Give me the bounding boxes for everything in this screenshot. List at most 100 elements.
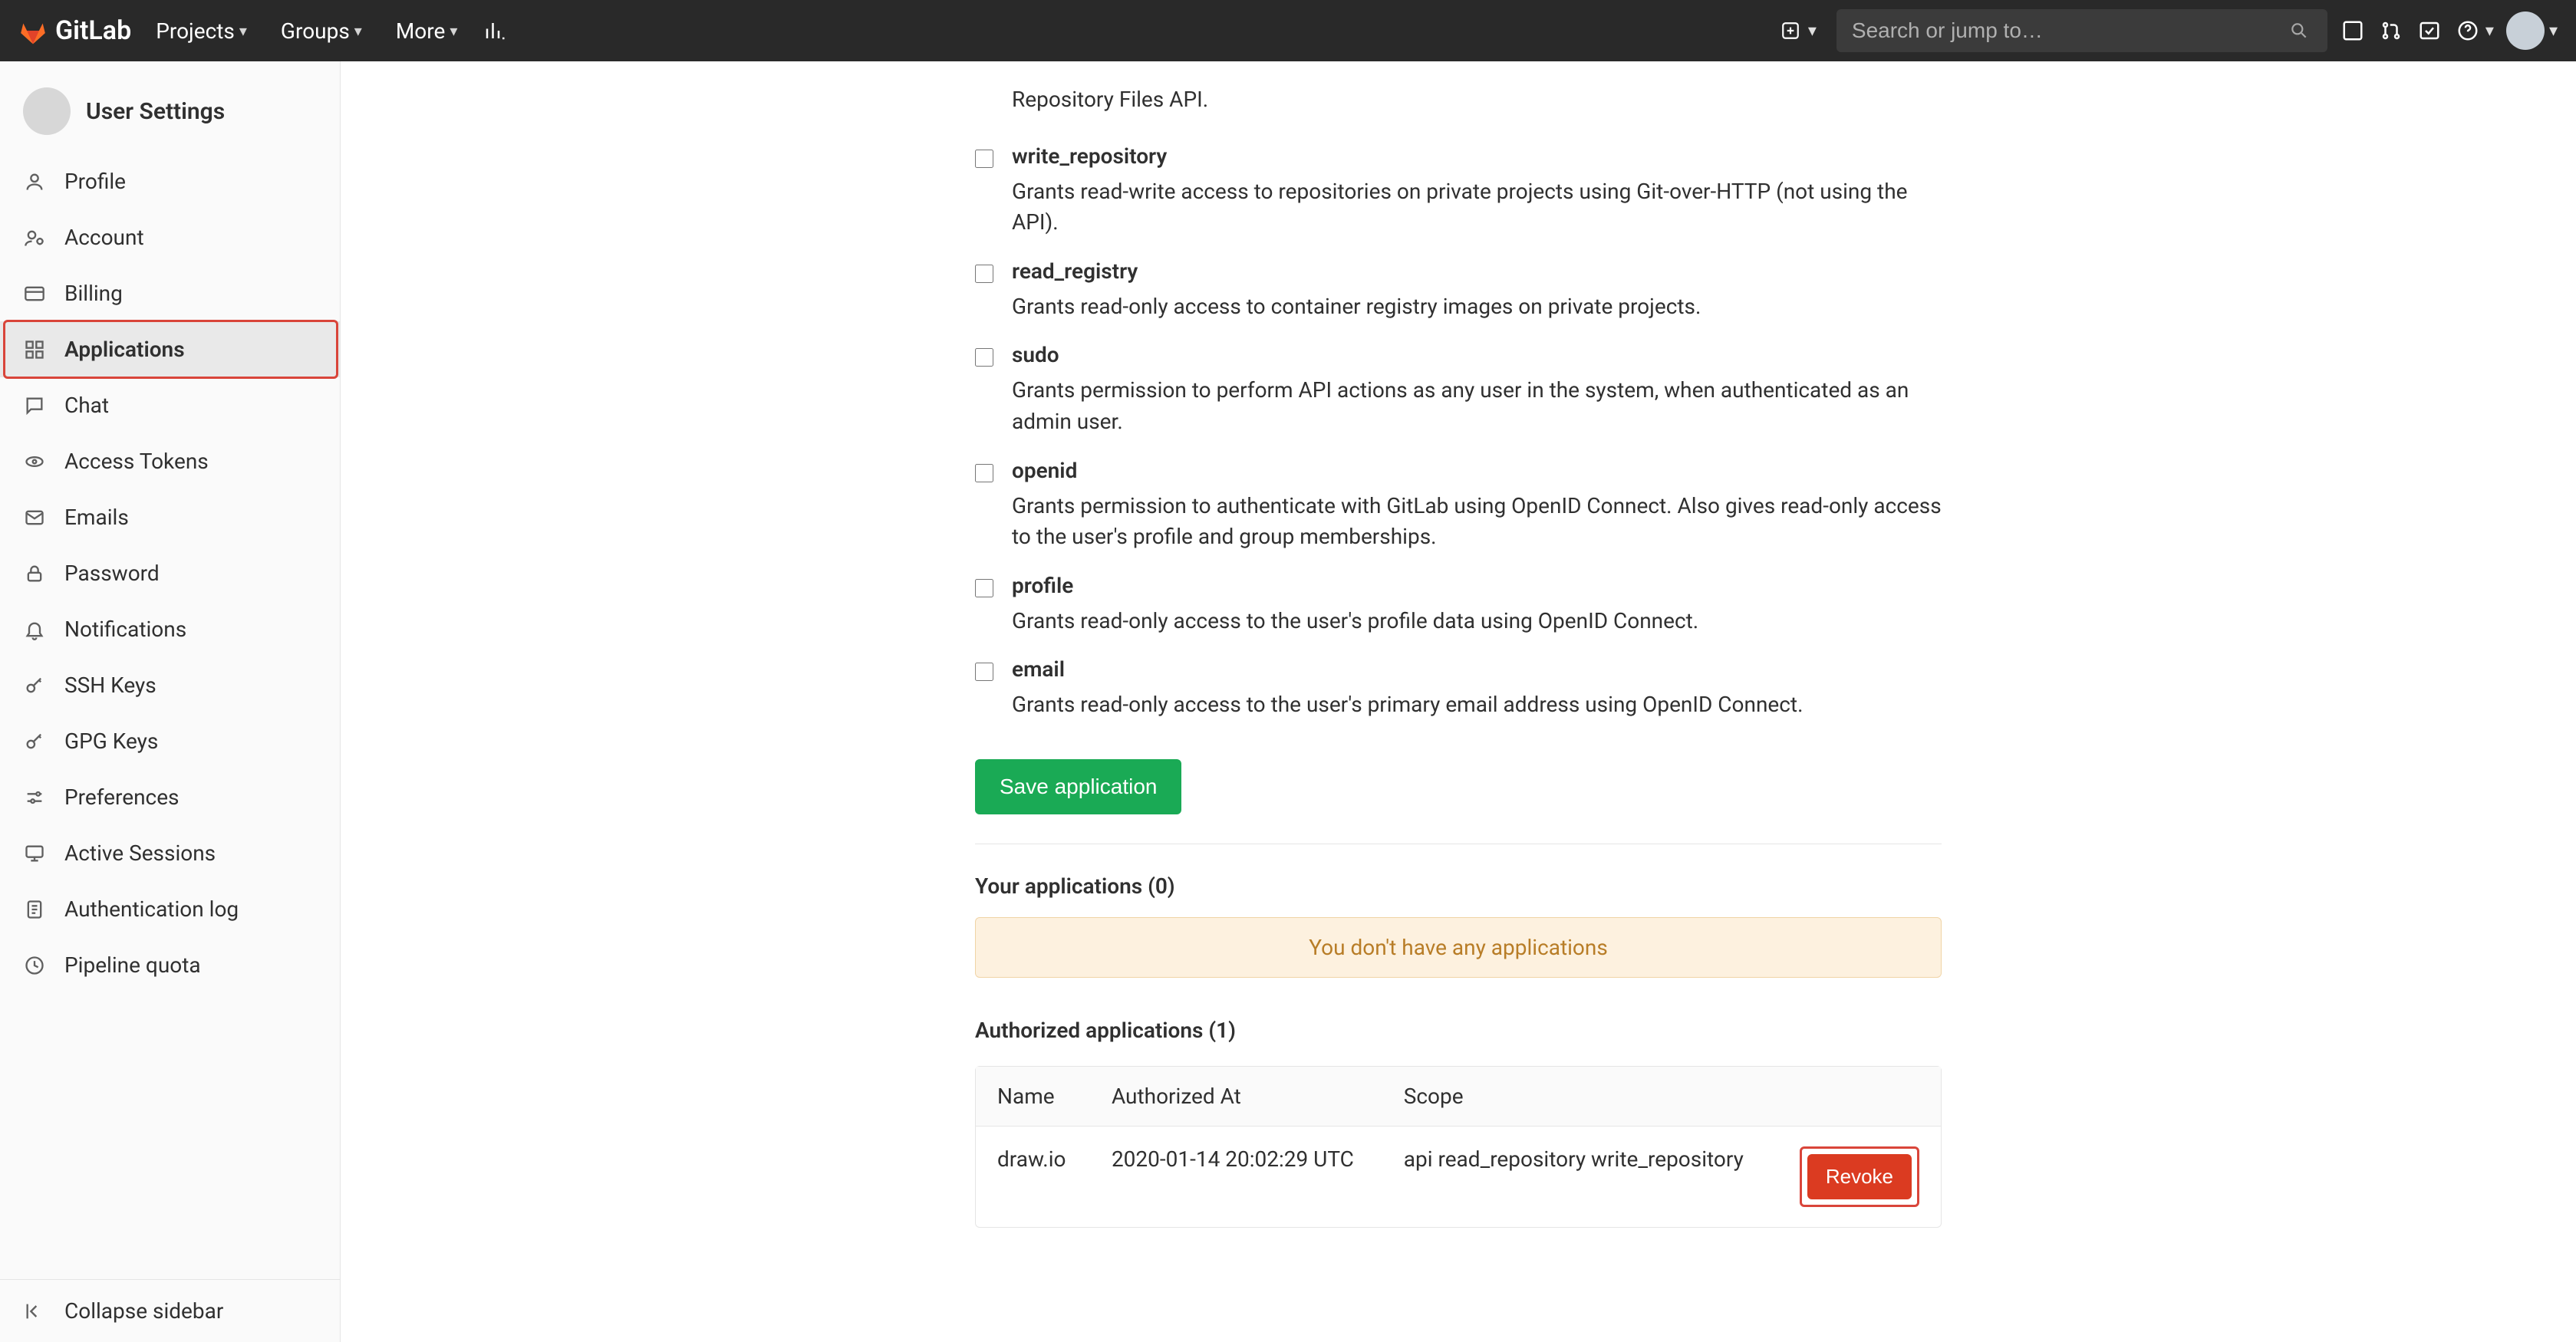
cell-authorized-at: 2020-01-14 20:02:29 UTC [1090, 1127, 1382, 1227]
scope-desc: Grants permission to perform API actions… [1012, 375, 1942, 437]
col-scope: Scope [1382, 1067, 1774, 1127]
authorized-apps-table: Name Authorized At Scope draw.io2020-01-… [975, 1066, 1942, 1228]
sidebar-item-applications[interactable]: Applications [0, 321, 340, 377]
key-icon [23, 730, 46, 753]
brand-logo[interactable]: GitLab [18, 15, 131, 46]
revoke-highlight: Revoke [1800, 1146, 1919, 1207]
token-icon [23, 450, 46, 473]
chat-icon [23, 394, 46, 417]
scope-desc: Grants read-write access to repositories… [1012, 176, 1942, 238]
chevron-down-icon: ▾ [450, 21, 457, 40]
lock-icon [23, 562, 46, 585]
scope-desc: Grants read-only access to the user's pr… [1012, 689, 1942, 721]
your-apps-empty: You don't have any applications [975, 917, 1942, 978]
sidebar-item-account[interactable]: Account [0, 209, 340, 265]
sliders-icon [23, 786, 46, 809]
sidebar-avatar [23, 87, 71, 135]
sidebar-header: User Settings [0, 75, 340, 153]
sidebar-item-label: Access Tokens [64, 449, 209, 474]
sidebar-item-billing[interactable]: Billing [0, 265, 340, 321]
sidebar-item-label: Password [64, 561, 160, 586]
card-icon [23, 282, 46, 305]
quota-icon [23, 954, 46, 977]
scope-checkbox-sudo[interactable] [975, 348, 993, 367]
todos-icon[interactable] [2416, 18, 2443, 44]
sidebar-item-label: Emails [64, 505, 129, 530]
collapse-label: Collapse sidebar [64, 1298, 223, 1324]
sidebar-item-gpg-keys[interactable]: GPG Keys [0, 713, 340, 769]
log-icon [23, 898, 46, 921]
scope-openid: openidGrants permission to authenticate … [975, 458, 1942, 553]
activity-icon[interactable] [482, 18, 508, 44]
sidebar-item-preferences[interactable]: Preferences [0, 769, 340, 825]
merge-requests-icon[interactable] [2378, 18, 2404, 44]
scope-sudo: sudoGrants permission to perform API act… [975, 342, 1942, 437]
sidebar-item-password[interactable]: Password [0, 545, 340, 601]
cell-actions: Revoke [1774, 1127, 1941, 1227]
your-apps-heading: Your applications (0) [975, 873, 1942, 899]
sidebar-item-label: Pipeline quota [64, 952, 201, 978]
scope-email: email Grants read-only access to the user… [975, 656, 1942, 721]
help-dropdown[interactable]: ▾ [2455, 18, 2494, 44]
chevron-down-icon: ▾ [2485, 21, 2494, 41]
sidebar-item-label: Account [64, 225, 144, 250]
table-row: draw.io2020-01-14 20:02:29 UTCapi read_r… [976, 1127, 1941, 1227]
save-application-button[interactable]: Save application [975, 759, 1181, 814]
scope-checkbox-read_registry[interactable] [975, 265, 993, 283]
scope-title: read_registry [1012, 258, 1942, 284]
plus-icon [1777, 18, 1804, 44]
gitlab-logo-icon [18, 16, 48, 45]
user-menu[interactable]: ▾ [2506, 12, 2558, 50]
search-input[interactable] [1852, 18, 2286, 43]
sidebar-item-label: Notifications [64, 617, 186, 642]
chevron-down-icon: ▾ [1808, 21, 1817, 41]
sidebar-item-ssh-keys[interactable]: SSH Keys [0, 657, 340, 713]
revoke-button[interactable]: Revoke [1807, 1154, 1912, 1199]
scope-title: write_repository [1012, 143, 1942, 169]
sidebar-item-active-sessions[interactable]: Active Sessions [0, 825, 340, 881]
nav-more[interactable]: More ▾ [387, 12, 467, 50]
sidebar-item-emails[interactable]: Emails [0, 489, 340, 545]
col-actions [1774, 1067, 1941, 1127]
nav-more-label: More [396, 18, 446, 44]
nav-groups[interactable]: Groups ▾ [272, 12, 371, 50]
sidebar-item-authentication-log[interactable]: Authentication log [0, 881, 340, 937]
sidebar-item-access-tokens[interactable]: Access Tokens [0, 433, 340, 489]
screen-icon [23, 842, 46, 865]
chevron-down-icon: ▾ [2549, 21, 2558, 41]
sidebar-item-pipeline-quota[interactable]: Pipeline quota [0, 937, 340, 993]
create-new-dropdown[interactable]: ▾ [1770, 13, 1824, 48]
key-icon [23, 674, 46, 697]
col-name: Name [976, 1067, 1090, 1127]
scope-title: openid [1012, 458, 1942, 483]
table-header-row: Name Authorized At Scope [976, 1067, 1941, 1127]
col-authorized-at: Authorized At [1090, 1067, 1382, 1127]
scope-title: email [1012, 656, 1942, 682]
scope-checkbox-profile[interactable] [975, 579, 993, 597]
nav-projects[interactable]: Projects ▾ [147, 12, 256, 50]
scope-partial-desc: Repository Files API. [1012, 84, 1942, 116]
sidebar-item-profile[interactable]: Profile [0, 153, 340, 209]
sidebar-title: User Settings [86, 98, 225, 125]
sidebar-item-chat[interactable]: Chat [0, 377, 340, 433]
help-icon [2455, 18, 2481, 44]
user-icon [23, 170, 46, 193]
sidebar-item-label: Chat [64, 393, 109, 418]
brand-name: GitLab [55, 15, 131, 46]
scope-checkbox-email[interactable] [975, 663, 993, 681]
nav-projects-label: Projects [156, 18, 235, 44]
scope-checkbox-openid[interactable] [975, 464, 993, 482]
cell-scope: api read_repository write_repository [1382, 1127, 1774, 1227]
mail-icon [23, 506, 46, 529]
scope-desc: Grants read-only access to the user's pr… [1012, 606, 1942, 637]
chevron-down-icon: ▾ [239, 21, 247, 40]
authorized-apps-heading: Authorized applications (1) [975, 1018, 1942, 1043]
sidebar-item-notifications[interactable]: Notifications [0, 601, 340, 657]
collapse-sidebar[interactable]: Collapse sidebar [0, 1279, 340, 1342]
apps-icon [23, 338, 46, 361]
cell-name: draw.io [976, 1127, 1090, 1227]
global-search[interactable] [1836, 9, 2327, 52]
sidebar-item-label: SSH Keys [64, 673, 156, 698]
scope-checkbox-write_repository[interactable] [975, 150, 993, 168]
issues-icon[interactable] [2340, 18, 2366, 44]
